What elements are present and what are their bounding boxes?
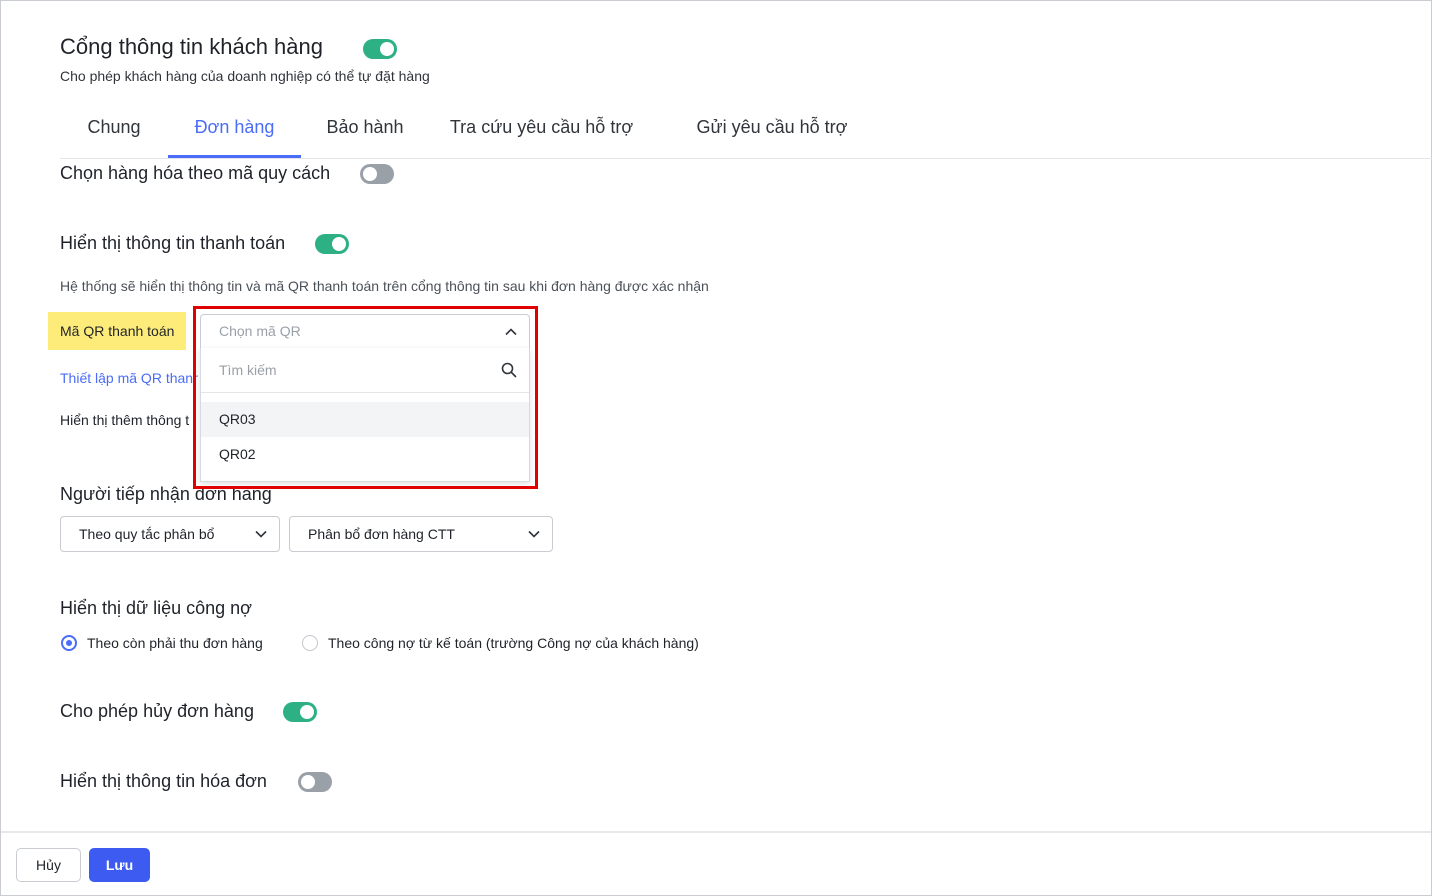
qr-code-label: Mã QR thanh toán — [48, 312, 186, 350]
tab-divider — [60, 158, 1432, 159]
debt-option-accounting-radio[interactable] — [302, 635, 318, 651]
debt-option-order-receivable-label[interactable]: Theo còn phải thu đơn hàng — [87, 635, 263, 651]
highlight-box — [193, 306, 538, 489]
toggle-knob — [300, 705, 314, 719]
debt-label: Hiển thị dữ liệu công nợ — [60, 598, 252, 618]
allocation-rule-value: Theo quy tắc phân bổ — [79, 526, 215, 542]
invoice-info-toggle[interactable] — [298, 772, 332, 792]
debt-option-accounting-label[interactable]: Theo công nợ từ kế toán (trường Công nợ … — [328, 635, 699, 651]
toggle-knob — [363, 167, 377, 181]
payment-info-label: Hiển thị thông tin thanh toán — [60, 233, 286, 253]
portal-enable-toggle[interactable] — [363, 39, 397, 59]
allocation-select[interactable]: Phân bổ đơn hàng CTT — [289, 516, 553, 552]
cancel-button[interactable]: Hủy — [16, 848, 81, 882]
debt-option-order-receivable-radio[interactable] — [61, 635, 77, 651]
tab-warranty[interactable]: Bảo hành — [301, 102, 429, 158]
allocation-rule-select[interactable]: Theo quy tắc phân bổ — [60, 516, 280, 552]
spec-code-toggle[interactable] — [360, 164, 394, 184]
page-subtitle: Cho phép khách hàng của doanh nghiệp có … — [60, 68, 430, 84]
tab-support-lookup[interactable]: Tra cứu yêu cầu hỗ trợ — [435, 102, 648, 158]
payment-info-toggle[interactable] — [315, 234, 349, 254]
allocation-value: Phân bổ đơn hàng CTT — [308, 526, 455, 542]
toggle-knob — [332, 237, 346, 251]
toggle-knob — [301, 775, 315, 789]
chevron-down-icon — [255, 530, 267, 538]
invoice-info-label: Hiển thị thông tin hóa đơn — [60, 771, 267, 791]
page-title: Cổng thông tin khách hàng — [60, 34, 323, 59]
extra-info-label: Hiển thị thêm thông t — [60, 412, 190, 428]
cancel-order-toggle[interactable] — [283, 702, 317, 722]
save-button[interactable]: Lưu — [89, 848, 150, 882]
footer-divider — [1, 831, 1431, 833]
tab-orders[interactable]: Đơn hàng — [168, 102, 301, 158]
tab-support-request[interactable]: Gửi yêu cầu hỗ trợ — [672, 102, 872, 158]
cancel-order-label: Cho phép hủy đơn hàng — [60, 701, 254, 721]
qr-setup-link[interactable]: Thiết lập mã QR thanh — [60, 370, 198, 386]
tab-general[interactable]: Chung — [60, 102, 168, 158]
spec-code-label: Chọn hàng hóa theo mã quy cách — [60, 163, 331, 183]
toggle-knob — [380, 42, 394, 56]
payment-info-description: Hệ thống sẽ hiển thị thông tin và mã QR … — [60, 278, 709, 294]
chevron-down-icon — [528, 530, 540, 538]
